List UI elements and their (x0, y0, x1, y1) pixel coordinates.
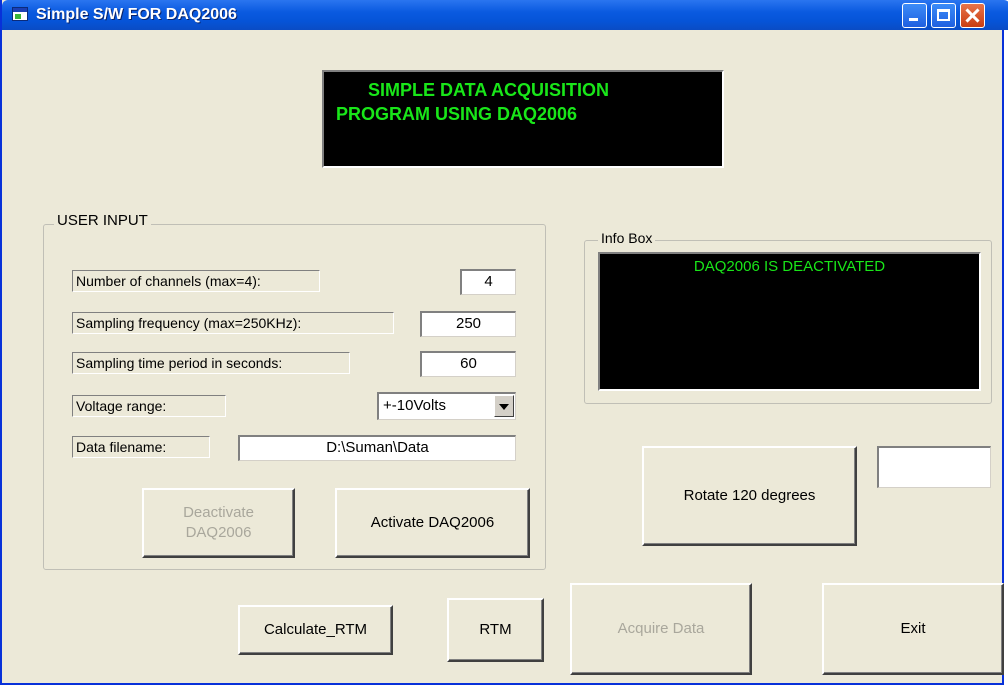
data-filename-input[interactable]: D:\Suman\Data (238, 435, 516, 461)
exit-button[interactable]: Exit (822, 583, 1004, 675)
deactivate-label-line-2: DAQ2006 (185, 524, 252, 541)
activate-daq2006-button[interactable]: Activate DAQ2006 (335, 488, 530, 558)
info-box-label: Info Box (598, 230, 656, 246)
sampling-frequency-input[interactable]: 250 (420, 311, 516, 337)
banner-line-2: PROGRAM USING DAQ2006 (336, 104, 578, 124)
calculate-rtm-button[interactable]: Calculate_RTM (238, 605, 393, 655)
channels-label: Number of channels (max=4): (72, 270, 320, 292)
app-icon[interactable] (12, 7, 28, 21)
title-banner: SIMPLE DATA ACQUISITION PROGRAM USING DA… (322, 70, 724, 168)
window-title: Simple S/W FOR DAQ2006 (36, 6, 237, 23)
banner-line-1: SIMPLE DATA ACQUISITION (368, 80, 609, 100)
close-button[interactable] (960, 3, 985, 28)
minimize-button[interactable] (902, 3, 927, 28)
sampling-frequency-label: Sampling frequency (max=250KHz): (72, 312, 394, 334)
deactivate-label-line-1: Deactivate (183, 504, 254, 521)
sampling-time-input[interactable]: 60 (420, 351, 516, 377)
rotate-value-field[interactable] (877, 446, 991, 488)
main-window: Simple S/W FOR DAQ2006 SIMPLE DATA ACQUI… (0, 0, 1008, 685)
close-icon (961, 4, 984, 27)
title-bar[interactable]: Simple S/W FOR DAQ2006 (2, 0, 1008, 30)
voltage-range-value: +-10Volts (383, 397, 446, 414)
info-box-display: DAQ2006 IS DEACTIVATED (598, 252, 981, 391)
data-filename-label: Data filename: (72, 436, 210, 458)
maximize-icon (937, 9, 950, 21)
acquire-data-button[interactable]: Acquire Data (570, 583, 752, 675)
voltage-range-label: Voltage range: (72, 395, 226, 417)
voltage-range-select[interactable]: +-10Volts (377, 392, 516, 420)
rotate-120-button[interactable]: Rotate 120 degrees (642, 446, 857, 546)
chevron-down-icon[interactable] (494, 395, 514, 417)
maximize-button[interactable] (931, 3, 956, 28)
status-message: DAQ2006 IS DEACTIVATED (693, 258, 886, 275)
user-input-group-label: USER INPUT (54, 212, 151, 229)
minimize-icon (909, 18, 918, 21)
sampling-time-label: Sampling time period in seconds: (72, 352, 350, 374)
deactivate-daq2006-button[interactable]: Deactivate DAQ2006 (142, 488, 295, 558)
channels-input[interactable]: 4 (460, 269, 516, 295)
rtm-button[interactable]: RTM (447, 598, 544, 662)
